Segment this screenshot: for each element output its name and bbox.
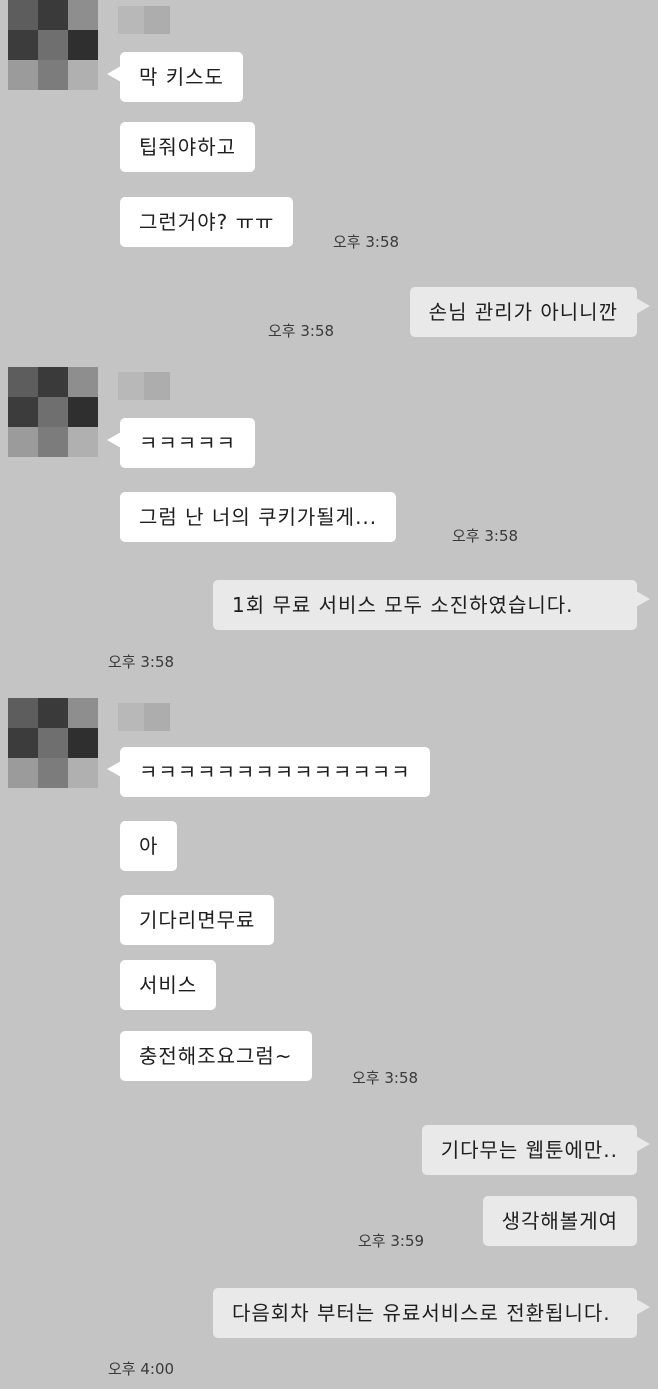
outgoing-message-bubble[interactable]: 기다무는 웹툰에만.. [421, 1125, 637, 1175]
bubble-tail [636, 298, 650, 314]
outgoing-message-bubble[interactable]: 손님 관리가 아니니깐 [409, 287, 637, 337]
message-timestamp: 오후 4:00 [108, 1360, 175, 1378]
incoming-message-bubble[interactable]: 충전해조요그럼~ [120, 1031, 312, 1081]
message-timestamp: 오후 3:58 [108, 653, 175, 671]
message-timestamp: 오후 3:58 [333, 233, 400, 251]
outgoing-message-bubble[interactable]: 다음회차 부터는 유료서비스로 전환됩니다. [213, 1288, 637, 1338]
incoming-message-bubble[interactable]: 기다리면무료 [120, 895, 275, 945]
bubble-tail [636, 591, 650, 607]
incoming-message-bubble[interactable]: ㅋㅋㅋㅋㅋ [120, 418, 255, 468]
incoming-message-bubble[interactable]: 막 키스도 [120, 52, 243, 102]
sender-name-blurred [118, 372, 170, 400]
bubble-tail [636, 1136, 650, 1152]
outgoing-message-bubble[interactable]: 1회 무료 서비스 모두 소진하였습니다. [213, 580, 637, 630]
message-timestamp: 오후 3:58 [268, 322, 335, 340]
avatar[interactable] [8, 698, 98, 788]
bubble-tail [107, 66, 121, 82]
message-timestamp: 오후 3:58 [352, 1069, 419, 1087]
bubble-tail [107, 761, 121, 777]
incoming-message-bubble[interactable]: ㅋㅋㅋㅋㅋㅋㅋㅋㅋㅋㅋㅋㅋㅋ [120, 747, 430, 797]
incoming-message-bubble[interactable]: 팁줘야하고 [120, 122, 255, 172]
message-timestamp: 오후 3:58 [452, 527, 519, 545]
avatar[interactable] [8, 367, 98, 457]
sender-name-blurred [118, 6, 170, 34]
incoming-message-bubble[interactable]: 그런거야? ㅠㅠ [120, 197, 294, 247]
bubble-tail [636, 1299, 650, 1315]
bubble-tail [107, 432, 121, 448]
outgoing-message-bubble[interactable]: 생각해볼게여 [482, 1196, 637, 1246]
avatar[interactable] [8, 0, 98, 90]
incoming-message-bubble[interactable]: 아 [120, 821, 178, 871]
message-timestamp: 오후 3:59 [358, 1232, 425, 1250]
incoming-message-bubble[interactable]: 서비스 [120, 960, 217, 1010]
sender-name-blurred [118, 703, 170, 731]
incoming-message-bubble[interactable]: 그럼 난 너의 쿠키가될게... [120, 492, 397, 542]
